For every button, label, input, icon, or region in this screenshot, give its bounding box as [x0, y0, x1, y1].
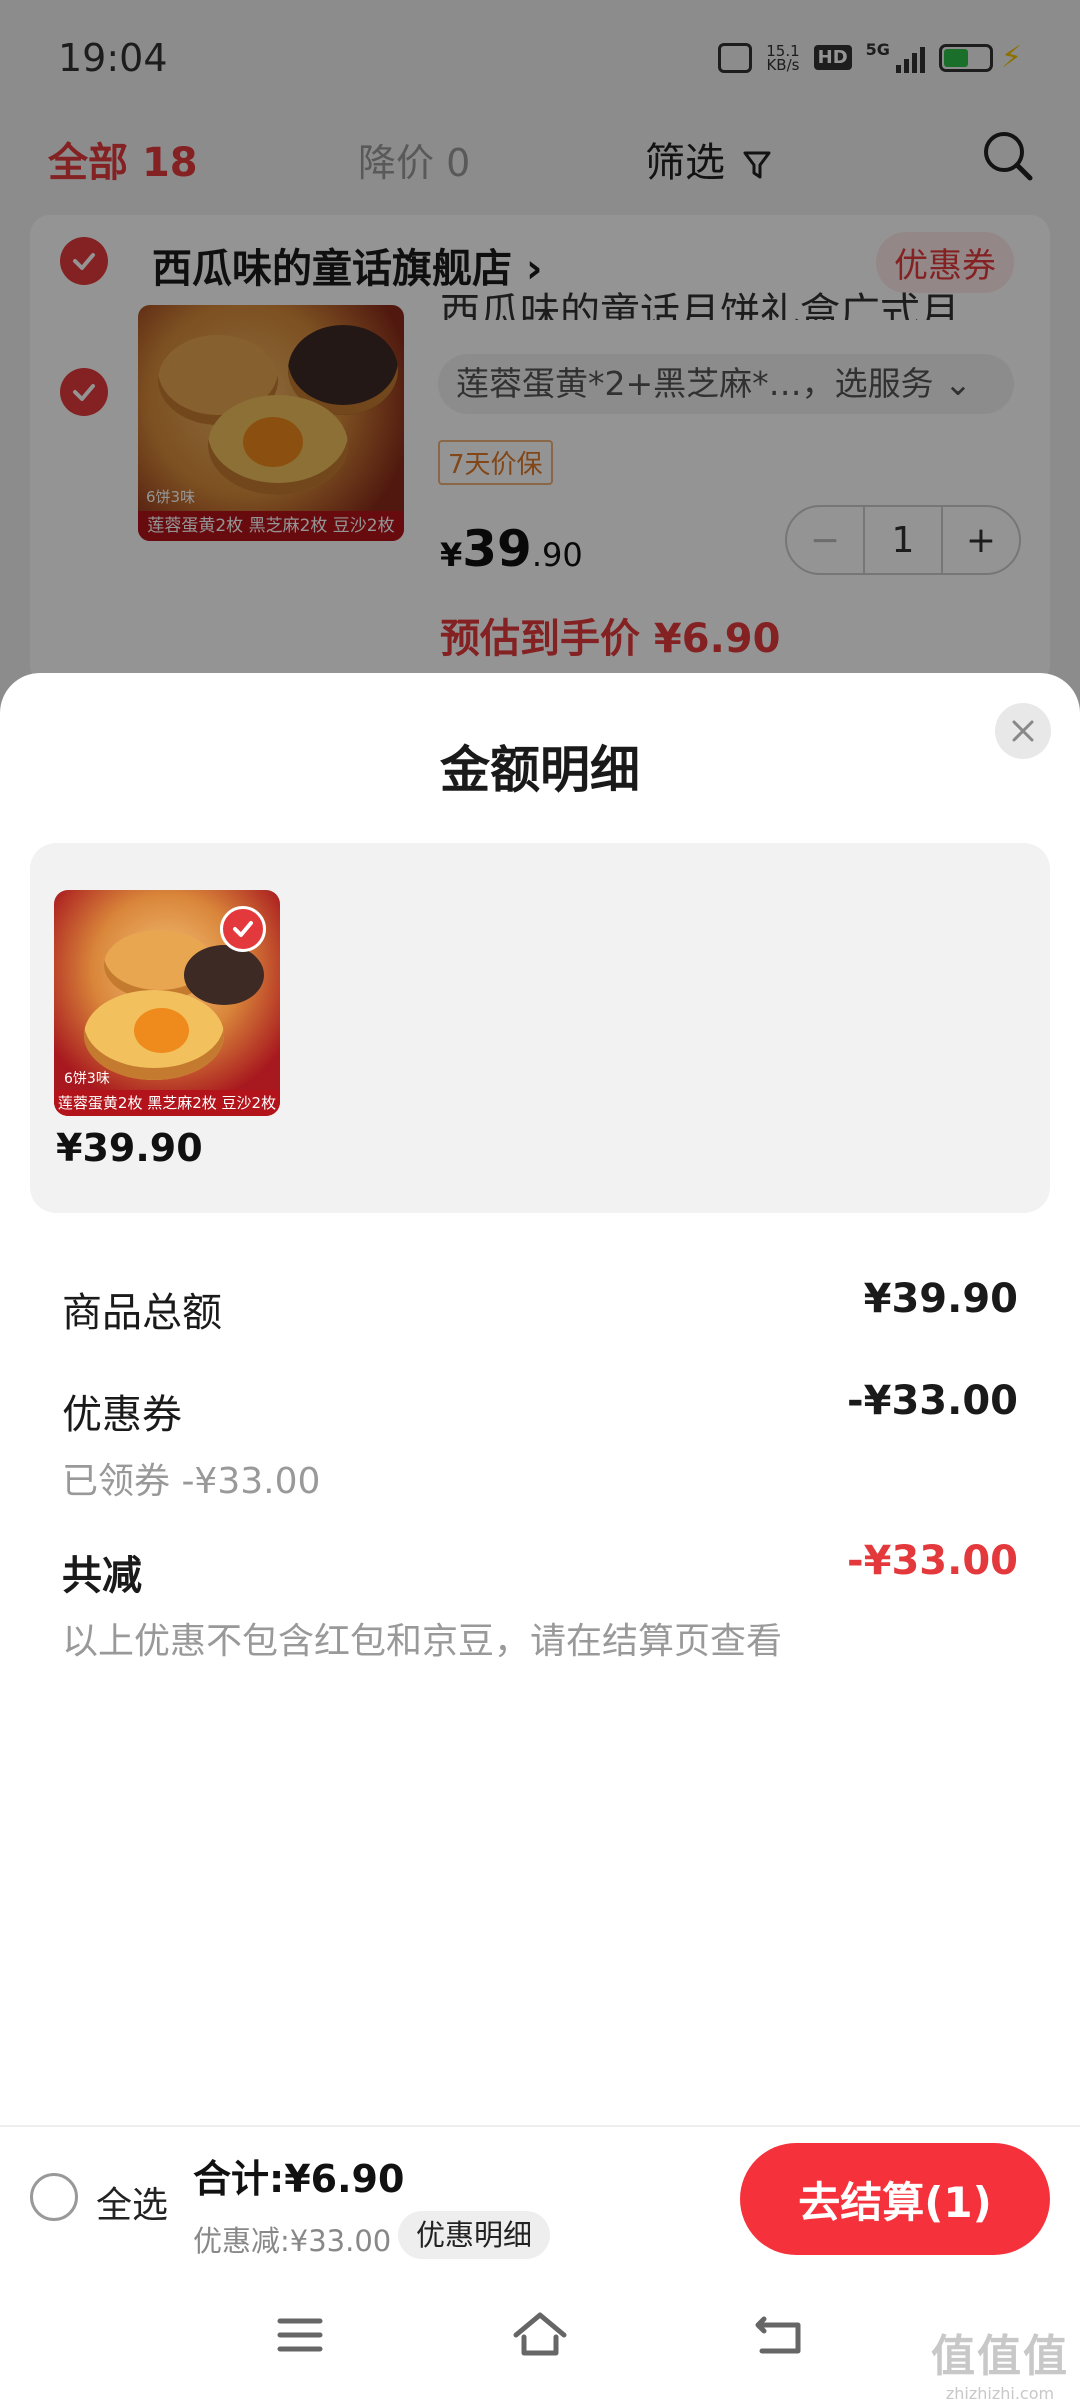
coupon-label: 优惠券 [62, 1392, 182, 1438]
subtotal-value: ¥39.90 [863, 1276, 1018, 1322]
back-icon[interactable] [750, 2305, 810, 2365]
discount-amount: 优惠减:¥33.00 [193, 2224, 392, 2258]
goods-thumbnail[interactable]: 6饼3味 莲蓉蛋黄2枚 黑芝麻2枚 豆沙2枚 [54, 890, 280, 1116]
goods-price: ¥39.90 [56, 1126, 203, 1170]
coupon-sub: 已领券 -¥33.00 [62, 1461, 321, 1502]
total-reduce-label: 共减 [62, 1553, 142, 1599]
discount-note: 以上优惠不包含红包和京豆，请在结算页查看 [62, 1621, 783, 1662]
home-icon[interactable] [510, 2305, 570, 2365]
goods-image-caption: 莲蓉蛋黄2枚 黑芝麻2枚 豆沙2枚 [54, 1090, 280, 1116]
subtotal-label: 商品总额 [62, 1290, 222, 1336]
watermark-url: zhizhizhi.com [945, 2384, 1055, 2400]
goods-image-tag: 6饼3味 [64, 1071, 110, 1087]
sheet-title: 金额明细 [440, 741, 640, 799]
select-all-checkbox[interactable] [30, 2173, 78, 2221]
menu-icon[interactable] [270, 2305, 330, 2365]
close-button[interactable] [995, 703, 1051, 759]
close-icon [1012, 720, 1034, 742]
watermark-logo: 值值值 [931, 2331, 1069, 2382]
watermark: 值值值 zhizhizhi.com [930, 2320, 1070, 2400]
select-all-label[interactable]: 全选 [96, 2176, 168, 2228]
total-price: 合计:¥6.90 [193, 2157, 405, 2201]
total-reduce-value: -¥33.00 [847, 1538, 1018, 1584]
check-icon [220, 906, 266, 952]
coupon-value: -¥33.00 [847, 1378, 1018, 1424]
discount-detail-button[interactable]: 优惠明细 [398, 2211, 551, 2259]
checkout-button[interactable]: 去结算(1) [740, 2143, 1050, 2255]
